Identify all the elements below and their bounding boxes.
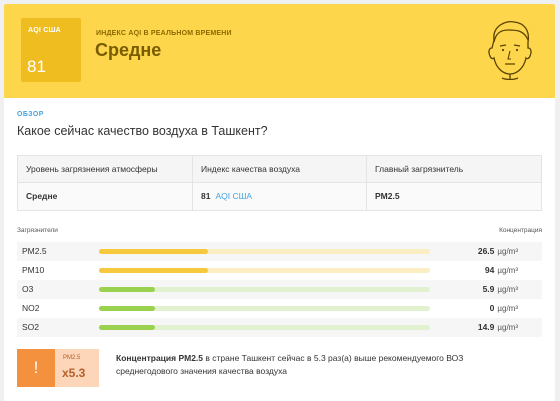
summary-index-value: 81 bbox=[201, 191, 211, 201]
pollutant-name: NO2 bbox=[22, 303, 40, 313]
pollutant-row: PM10 94 µg/m³ bbox=[17, 261, 542, 280]
who-ratio-text: Концентрация PM2.5 в стране Ташкент сейч… bbox=[116, 352, 506, 378]
pollutant-bar-track bbox=[99, 268, 430, 273]
aqi-badge-label: AQI США bbox=[28, 27, 61, 34]
overview-tag: ОБЗОР bbox=[17, 111, 44, 118]
pollutant-name: PM2.5 bbox=[22, 246, 47, 256]
realtime-label: ИНДЕКС AQI В РЕАЛЬНОМ ВРЕМЕНИ bbox=[96, 30, 232, 37]
who-ratio-text-bold: Концентрация PM2.5 bbox=[116, 353, 204, 363]
aqi-hero: AQI США 81 ИНДЕКС AQI В РЕАЛЬНОМ ВРЕМЕНИ… bbox=[4, 4, 555, 98]
summary-value-row: Средне 81 AQI США PM2.5 bbox=[18, 183, 541, 210]
aqi-status-title: Средне bbox=[95, 40, 162, 60]
pollutant-value: 5.9 µg/m³ bbox=[483, 280, 518, 299]
pollutant-name: SO2 bbox=[22, 322, 40, 332]
pollutants-header: Загрязнители Концентрация bbox=[17, 227, 542, 239]
overview-question: Какое сейчас качество воздуха в Ташкент? bbox=[17, 124, 268, 138]
pollutant-bar-fill bbox=[99, 306, 156, 311]
pollutant-value: 0 µg/m³ bbox=[490, 299, 518, 318]
pollutant-bar-fill bbox=[99, 249, 209, 254]
summary-header-index: Индекс качества воздуха bbox=[192, 156, 366, 183]
summary-index-cell: 81 AQI США bbox=[192, 183, 366, 210]
pollutant-value-number: 0 bbox=[489, 303, 495, 313]
pollutant-bar-track bbox=[99, 306, 430, 311]
pollutant-row: SO2 14.9 µg/m³ bbox=[17, 318, 542, 337]
pollutant-bar-track bbox=[99, 325, 430, 330]
who-ratio-badge: ! PM2.5 x5.3 bbox=[17, 349, 99, 387]
summary-main-pollutant: PM2.5 bbox=[366, 183, 541, 210]
concentration-header-label: Концентрация bbox=[499, 227, 542, 234]
summary-header-row: Уровень загрязнения атмосферы Индекс кач… bbox=[18, 156, 541, 183]
pollutant-unit: µg/m³ bbox=[497, 266, 518, 275]
pollutant-name: O3 bbox=[22, 284, 34, 294]
who-ratio-value: x5.3 bbox=[62, 366, 86, 380]
pollutant-name: PM10 bbox=[22, 265, 45, 275]
pollutant-value-number: 94 bbox=[484, 265, 495, 275]
summary-level-value: Средне bbox=[26, 191, 58, 201]
pollutants-header-label: Загрязнители bbox=[17, 227, 58, 234]
pollutant-bar-fill bbox=[99, 268, 209, 273]
pollutant-bar-fill bbox=[99, 287, 156, 292]
pollutant-value: 94 µg/m³ bbox=[485, 261, 518, 280]
pollutant-value-number: 5.9 bbox=[482, 284, 495, 294]
pollutant-unit: µg/m³ bbox=[497, 285, 518, 294]
exclamation-icon: ! bbox=[17, 349, 55, 387]
face-neutral-icon bbox=[488, 20, 532, 80]
pollutant-value-number: 26.5 bbox=[477, 246, 495, 256]
pollutant-row: PM2.5 26.5 µg/m³ bbox=[17, 242, 542, 261]
pollutant-value-number: 14.9 bbox=[477, 322, 495, 332]
pollutant-list: PM2.5 26.5 µg/m³ PM10 94 µg/m³ O3 5.9 µg/m³… bbox=[17, 242, 542, 337]
pollutant-row: NO2 0 µg/m³ bbox=[17, 299, 542, 318]
summary-index-unit-link[interactable]: AQI США bbox=[215, 191, 252, 201]
pollutant-bar-track bbox=[99, 287, 430, 292]
aqi-card: AQI США 81 ИНДЕКС AQI В РЕАЛЬНОМ ВРЕМЕНИ… bbox=[4, 4, 555, 401]
pollutant-value: 26.5 µg/m³ bbox=[478, 242, 518, 261]
pollutant-bar-fill bbox=[99, 325, 156, 330]
pollutant-row: O3 5.9 µg/m³ bbox=[17, 280, 542, 299]
aqi-badge: AQI США 81 bbox=[21, 18, 81, 82]
who-ratio-pollutant: PM2.5 bbox=[63, 355, 81, 361]
summary-header-level: Уровень загрязнения атмосферы bbox=[26, 164, 158, 174]
summary-header-pollutant: Главный загрязнитель bbox=[366, 156, 541, 183]
summary-table: Уровень загрязнения атмосферы Индекс кач… bbox=[17, 155, 542, 211]
pollutant-unit: µg/m³ bbox=[497, 247, 518, 256]
aqi-badge-value: 81 bbox=[27, 57, 46, 76]
pollutant-unit: µg/m³ bbox=[497, 304, 518, 313]
pollutant-bar-track bbox=[99, 249, 430, 254]
pollutant-unit: µg/m³ bbox=[497, 323, 518, 332]
pollutant-value: 14.9 µg/m³ bbox=[478, 318, 518, 337]
